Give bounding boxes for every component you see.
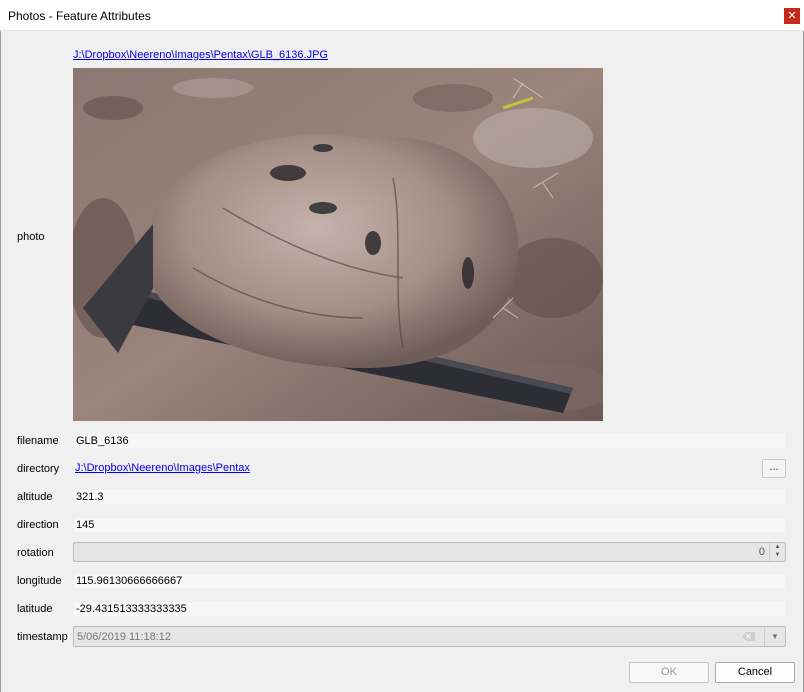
altitude-label: altitude [17, 491, 53, 503]
altitude-field[interactable]: 321.3 [73, 489, 786, 505]
directory-label: directory [17, 463, 60, 475]
filename-field[interactable]: GLB_6136 [73, 433, 786, 449]
timestamp-value: 5/06/2019 11:18:12 [77, 631, 171, 643]
timestamp-datetime-edit[interactable]: 5/06/2019 11:18:12 ✕ ▼ [73, 626, 786, 647]
browse-directory-button[interactable]: ... [762, 459, 786, 478]
close-icon: ✕ [787, 10, 797, 22]
clear-icon[interactable]: ✕ [742, 632, 755, 641]
photo-path-link[interactable]: J:\Dropbox\Neereno\Images\Pentax\GLB_613… [73, 49, 328, 61]
close-button[interactable]: ✕ [784, 8, 800, 24]
filename-label: filename [17, 435, 59, 447]
latitude-label: latitude [17, 603, 53, 615]
spin-arrows-icon[interactable]: ▲ ▼ [769, 543, 785, 561]
photo-label: photo [17, 231, 45, 243]
direction-field[interactable]: 145 [73, 517, 786, 533]
directory-link[interactable]: J:\Dropbox\Neereno\Images\Pentax [75, 462, 250, 474]
chevron-down-icon[interactable]: ▼ [764, 627, 785, 646]
title-bar: Photos - Feature Attributes ✕ [0, 0, 804, 31]
rock-photo-image [73, 68, 603, 421]
ok-button[interactable]: OK [629, 662, 709, 683]
latitude-field[interactable]: -29.431513333333335 [73, 601, 786, 617]
longitude-label: longitude [17, 575, 62, 587]
rotation-value: 0 [758, 546, 765, 558]
window-border-left [0, 0, 1, 692]
photo-preview [73, 68, 603, 421]
window-title: Photos - Feature Attributes [8, 9, 151, 23]
timestamp-label: timestamp [17, 631, 68, 643]
rotation-label: rotation [17, 547, 54, 559]
cancel-button[interactable]: Cancel [715, 662, 795, 683]
longitude-field[interactable]: 115.96130666666667 [73, 573, 786, 589]
direction-label: direction [17, 519, 59, 531]
rotation-spinbox[interactable]: 0 ▲ ▼ [73, 542, 786, 562]
